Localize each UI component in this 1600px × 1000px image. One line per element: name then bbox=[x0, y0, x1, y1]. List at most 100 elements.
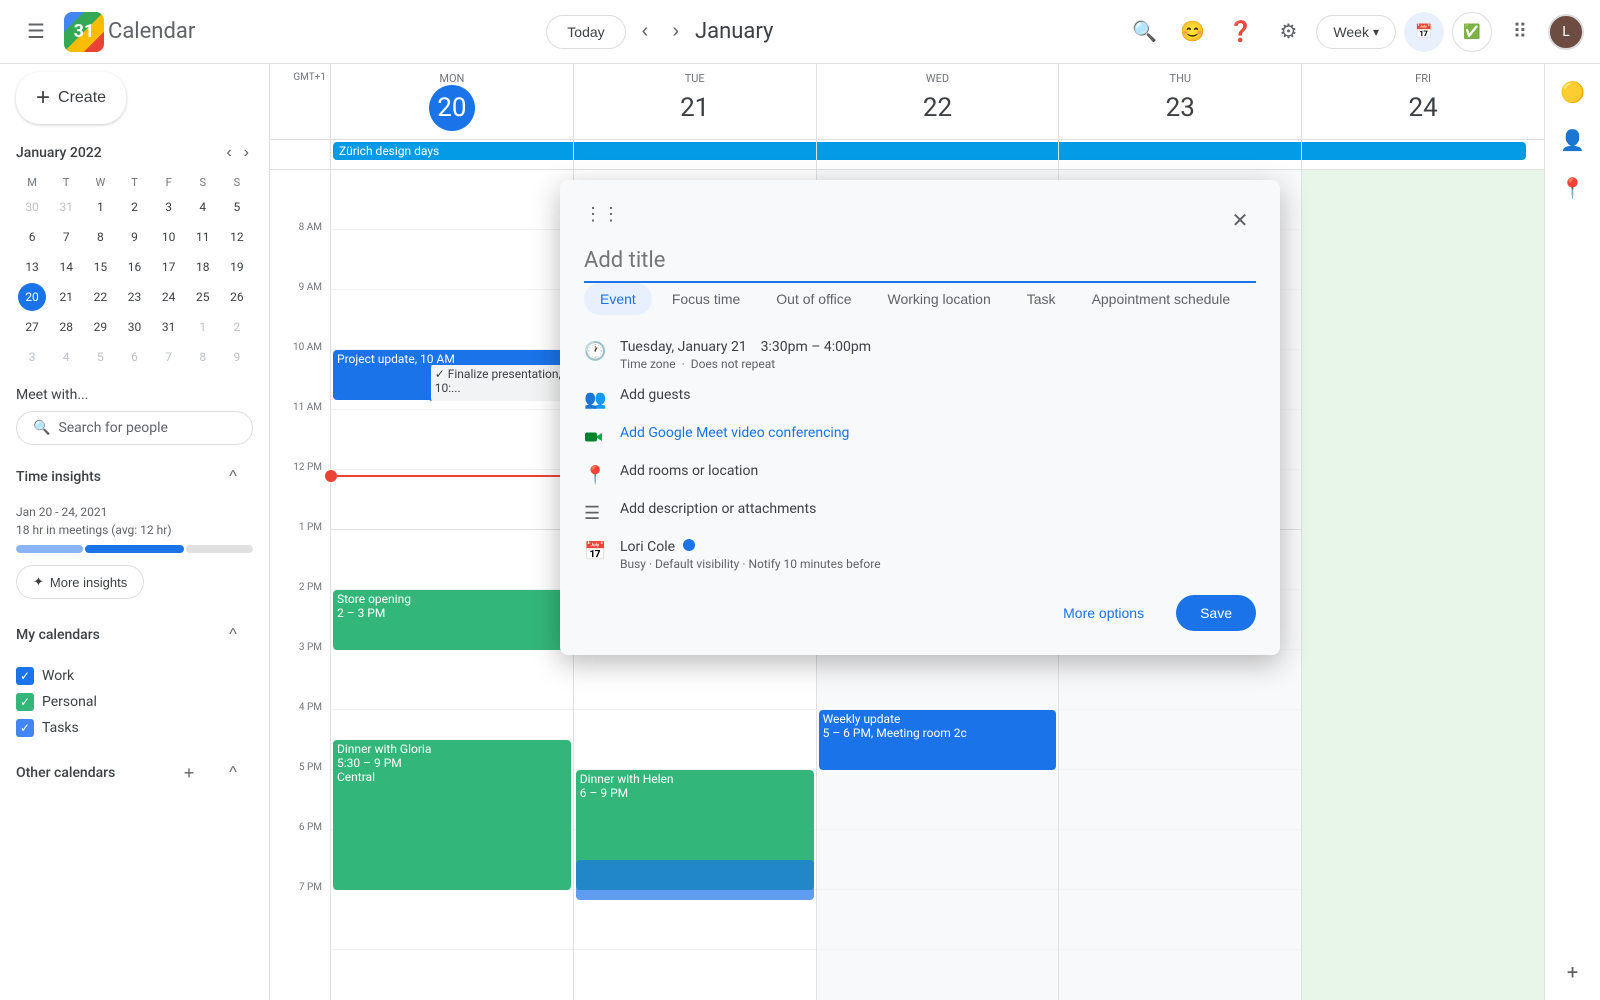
my-calendars-header[interactable]: My calendars ^ bbox=[16, 615, 253, 655]
store-opening-event[interactable]: Store opening 2 – 3 PM bbox=[333, 590, 571, 650]
day-col-fri[interactable] bbox=[1301, 170, 1544, 1000]
mini-cal-day[interactable]: 3 bbox=[155, 193, 183, 221]
mini-cal-day[interactable]: 30 bbox=[120, 313, 148, 341]
day-num-24[interactable]: 24 bbox=[1400, 85, 1446, 131]
mini-cal-day[interactable]: 1 bbox=[86, 193, 114, 221]
mini-cal-day[interactable]: 6 bbox=[18, 223, 46, 251]
day-col-mon[interactable]: Project update, 10 AM ✓ Finalize present… bbox=[330, 170, 573, 1000]
status-button[interactable]: 😊 bbox=[1172, 12, 1212, 52]
search-people-input[interactable]: 🔍 Search for people bbox=[16, 411, 253, 445]
mini-cal-day[interactable]: 29 bbox=[86, 313, 114, 341]
tue-blue-event[interactable] bbox=[576, 860, 814, 900]
collapse-my-calendars-button[interactable]: ^ bbox=[213, 615, 253, 655]
work-checkbox[interactable]: ✓ bbox=[16, 667, 34, 685]
other-calendars-header[interactable]: Other calendars + ^ bbox=[16, 753, 253, 793]
day-num-20[interactable]: 20 bbox=[429, 85, 475, 131]
modal-meet-row[interactable]: Add Google Meet video conferencing bbox=[584, 417, 1256, 455]
contacts-icon[interactable]: 👤 bbox=[1553, 120, 1593, 160]
mini-cal-day[interactable]: 23 bbox=[120, 283, 148, 311]
modal-datetime-main[interactable]: Tuesday, January 21 3:30pm – 4:00pm bbox=[620, 339, 1256, 355]
modal-description-row[interactable]: ☰ Add description or attachments bbox=[584, 493, 1256, 531]
help-button[interactable]: ❓ bbox=[1220, 12, 1260, 52]
collapse-time-insights-button[interactable]: ^ bbox=[213, 457, 253, 497]
tab-event[interactable]: Event bbox=[584, 283, 652, 315]
modal-location[interactable]: Add rooms or location bbox=[620, 463, 1256, 479]
mini-cal-day[interactable]: 8 bbox=[86, 223, 114, 251]
save-button[interactable]: Save bbox=[1176, 595, 1256, 631]
mini-cal-next[interactable]: › bbox=[240, 140, 253, 166]
tab-out-of-office[interactable]: Out of office bbox=[760, 283, 867, 315]
calendar-item-tasks[interactable]: ✓ Tasks bbox=[16, 715, 253, 741]
today-button[interactable]: Today bbox=[546, 15, 625, 49]
day-num-21[interactable]: 21 bbox=[672, 85, 718, 131]
dinner-gloria-event[interactable]: Dinner with Gloria 5:30 – 9 PM Central bbox=[333, 740, 571, 890]
apps-icon-button[interactable]: ⠿ bbox=[1500, 12, 1540, 52]
tasks-icon-button[interactable]: ✅ bbox=[1452, 12, 1492, 52]
mini-cal-day[interactable]: 21 bbox=[52, 283, 80, 311]
mini-cal-day[interactable]: 26 bbox=[223, 283, 251, 311]
modal-location-row[interactable]: 📍 Add rooms or location bbox=[584, 455, 1256, 493]
personal-checkbox[interactable]: ✓ bbox=[16, 693, 34, 711]
mini-cal-day[interactable]: 9 bbox=[120, 223, 148, 251]
finalize-presentation-event[interactable]: ✓ Finalize presentation, 10:... bbox=[428, 365, 571, 401]
prev-nav-button[interactable]: ‹ bbox=[634, 12, 657, 51]
avatar[interactable]: L bbox=[1548, 14, 1584, 50]
weekly-update-event[interactable]: Weekly update 5 – 6 PM, Meeting room 2c bbox=[819, 710, 1057, 770]
modal-guests-row[interactable]: 👥 Add guests bbox=[584, 379, 1256, 417]
modal-meet-link[interactable]: Add Google Meet video conferencing bbox=[620, 425, 1256, 441]
mini-cal-today[interactable]: 20 bbox=[18, 283, 46, 311]
mini-cal-day[interactable]: 3 bbox=[18, 343, 46, 371]
calendar-item-work[interactable]: ✓ Work bbox=[16, 663, 253, 689]
next-nav-button[interactable]: › bbox=[664, 12, 687, 51]
mini-cal-day[interactable]: 9 bbox=[223, 343, 251, 371]
add-sidebar-icon[interactable]: + bbox=[1553, 952, 1593, 992]
mini-cal-day[interactable]: 22 bbox=[86, 283, 114, 311]
modal-add-guests[interactable]: Add guests bbox=[620, 387, 1256, 403]
tab-focus-time[interactable]: Focus time bbox=[656, 283, 756, 315]
mini-cal-day[interactable]: 15 bbox=[86, 253, 114, 281]
mini-cal-day[interactable]: 31 bbox=[155, 313, 183, 341]
mini-cal-prev[interactable]: ‹ bbox=[222, 140, 235, 166]
mini-cal-day[interactable]: 18 bbox=[189, 253, 217, 281]
mini-cal-day[interactable]: 25 bbox=[189, 283, 217, 311]
create-button[interactable]: + Create bbox=[16, 72, 126, 124]
mini-cal-day[interactable]: 12 bbox=[223, 223, 251, 251]
mini-cal-day[interactable]: 2 bbox=[223, 313, 251, 341]
view-selector[interactable]: Week ▾ bbox=[1316, 15, 1396, 49]
more-options-button[interactable]: More options bbox=[1047, 597, 1160, 629]
all-day-cell-mon[interactable]: Zürich design days bbox=[330, 140, 573, 169]
tab-working-location[interactable]: Working location bbox=[872, 283, 1007, 315]
mini-cal-day[interactable]: 28 bbox=[52, 313, 80, 341]
mini-cal-day[interactable]: 4 bbox=[189, 193, 217, 221]
mini-cal-day[interactable]: 27 bbox=[18, 313, 46, 341]
mini-cal-day[interactable]: 5 bbox=[86, 343, 114, 371]
mini-cal-day[interactable]: 16 bbox=[120, 253, 148, 281]
day-num-23[interactable]: 23 bbox=[1157, 85, 1203, 131]
tasks-checkbox[interactable]: ✓ bbox=[16, 719, 34, 737]
collapse-other-calendars-button[interactable]: ^ bbox=[213, 753, 253, 793]
day-num-22[interactable]: 22 bbox=[914, 85, 960, 131]
settings-button[interactable]: ⚙ bbox=[1268, 12, 1308, 52]
mini-cal-day[interactable]: 17 bbox=[155, 253, 183, 281]
mini-cal-day[interactable]: 19 bbox=[223, 253, 251, 281]
mini-cal-day[interactable]: 7 bbox=[52, 223, 80, 251]
modal-description[interactable]: Add description or attachments bbox=[620, 501, 1256, 517]
menu-icon[interactable]: ☰ bbox=[16, 12, 56, 52]
close-modal-button[interactable]: ✕ bbox=[1224, 204, 1256, 236]
mini-cal-day[interactable]: 10 bbox=[155, 223, 183, 251]
mini-cal-day[interactable]: 5 bbox=[223, 193, 251, 221]
mini-cal-day[interactable]: 30 bbox=[18, 193, 46, 221]
maps-icon[interactable]: 📍 bbox=[1553, 168, 1593, 208]
mini-cal-day[interactable]: 13 bbox=[18, 253, 46, 281]
calendar-item-personal[interactable]: ✓ Personal bbox=[16, 689, 253, 715]
event-title-input[interactable] bbox=[584, 244, 1256, 283]
tab-task[interactable]: Task bbox=[1011, 283, 1072, 315]
search-button[interactable]: 🔍 bbox=[1124, 12, 1164, 52]
mini-cal-day[interactable]: 4 bbox=[52, 343, 80, 371]
fri-green-event[interactable] bbox=[1302, 170, 1544, 1000]
more-insights-button[interactable]: ✦ More insights bbox=[16, 565, 144, 599]
mini-cal-day[interactable]: 14 bbox=[52, 253, 80, 281]
mini-cal-day[interactable]: 6 bbox=[120, 343, 148, 371]
mini-cal-day[interactable]: 2 bbox=[120, 193, 148, 221]
mini-cal-day[interactable]: 7 bbox=[155, 343, 183, 371]
